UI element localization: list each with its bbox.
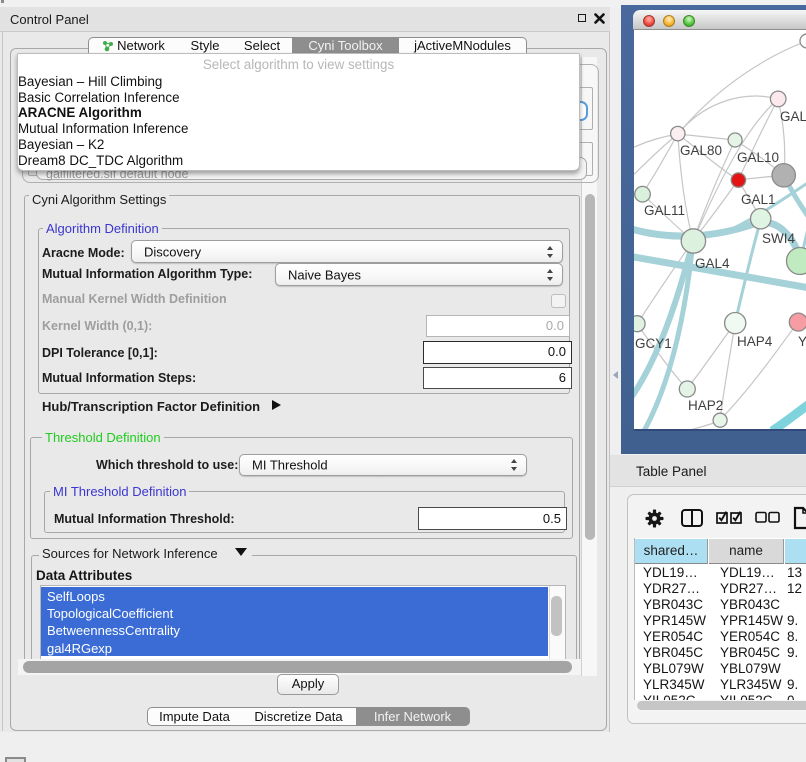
svg-text:GAL11: GAL11 bbox=[644, 203, 685, 218]
svg-text:HAP4: HAP4 bbox=[737, 334, 773, 349]
svg-text:HAP2: HAP2 bbox=[688, 398, 723, 413]
svg-text:GAL80: GAL80 bbox=[680, 143, 722, 158]
svg-text:GAL4: GAL4 bbox=[695, 256, 730, 271]
svg-text:Y: Y bbox=[798, 334, 806, 349]
svg-text:GAL10: GAL10 bbox=[737, 150, 779, 165]
svg-text:GCY1: GCY1 bbox=[635, 336, 672, 351]
svg-text:GAL: GAL bbox=[780, 109, 806, 124]
svg-text:SWI4: SWI4 bbox=[762, 231, 795, 246]
svg-text:GAL1: GAL1 bbox=[741, 192, 776, 207]
